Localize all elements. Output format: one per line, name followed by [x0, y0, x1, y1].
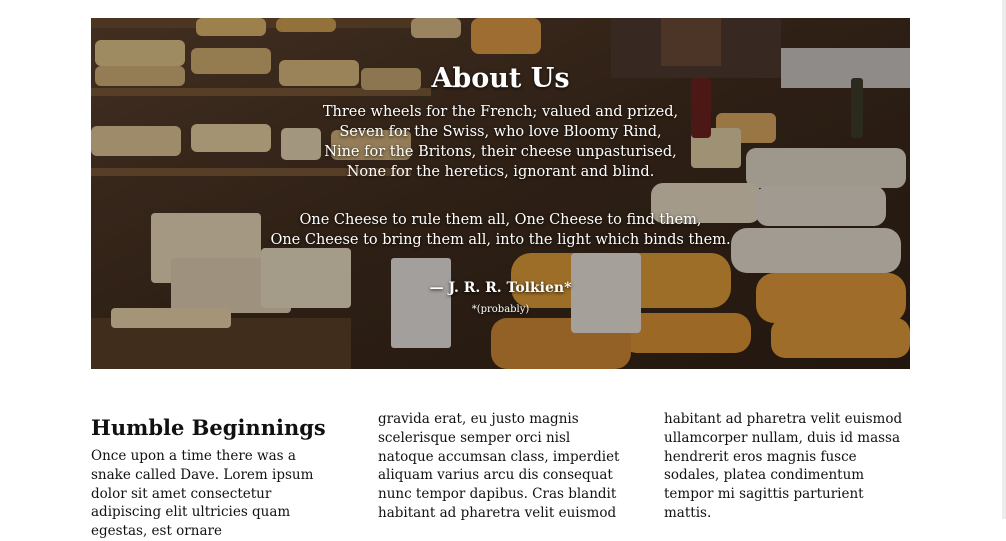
- column-text: habitant ad pharetra velit euismod ullam…: [664, 411, 903, 521]
- poem-line: Nine for the Britons, their cheese unpas…: [324, 144, 677, 160]
- content-column-2: gravida erat, eu justo magnis scelerisqu…: [378, 410, 624, 523]
- scrollbar-track[interactable]: [1002, 0, 1006, 519]
- poem-line: Seven for the Swiss, who love Bloomy Rin…: [339, 124, 662, 140]
- poem-line: One Cheese to rule them all, One Cheese …: [299, 212, 702, 228]
- column-text: Once upon a time there was a snake calle…: [91, 448, 314, 540]
- poem-line: None for the heretics, ignorant and blin…: [346, 164, 655, 180]
- page-title: About Us: [431, 63, 570, 94]
- hero-banner: About Us Three wheels for the French; va…: [91, 18, 910, 369]
- poem-line: One Cheese to bring them all, into the l…: [270, 232, 731, 248]
- column-text: gravida erat, eu justo magnis scelerisqu…: [378, 411, 620, 521]
- quote-attribution: — J. R. R. Tolkien*: [429, 280, 572, 296]
- content-column-1: Humble Beginnings Once upon a time there…: [91, 415, 337, 541]
- poem-line: Three wheels for the French; valued and …: [322, 104, 679, 120]
- content-column-3: habitant ad pharetra velit euismod ullam…: [664, 410, 910, 523]
- section-heading: Humble Beginnings: [91, 415, 326, 440]
- quote-footnote: *(probably): [471, 304, 530, 315]
